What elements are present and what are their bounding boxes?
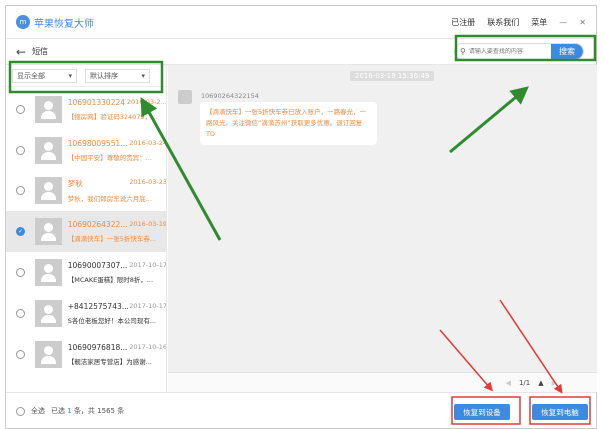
item-checkbox[interactable] (16, 104, 25, 114)
app-logo-icon: m (16, 15, 30, 29)
menu-link[interactable]: 菜单 (531, 17, 547, 28)
registered-link[interactable]: 已注册 (451, 17, 475, 28)
item-preview: 【搜房网】验证码324079，... (67, 112, 158, 121)
message-sender: 10690264322154 (201, 92, 259, 100)
item-preview: 【MCAKE蛋糕】限时8折，... (67, 276, 154, 285)
item-date: 2016-03-2… (126, 97, 167, 106)
sort-label: 默认排序 (90, 71, 118, 80)
prev-page-icon[interactable]: ◀ (506, 379, 511, 387)
message-timestamp: 2016-03-19 15:36:49 (350, 71, 435, 81)
item-sender: 106901330224 (67, 97, 126, 107)
select-all-checkbox[interactable] (16, 406, 25, 416)
select-all-label[interactable]: 全选 (31, 406, 45, 416)
item-preview: 【靓洁家居专营店】为感谢... (67, 357, 152, 366)
page-title: 短信 (32, 47, 49, 56)
conversation-item[interactable]: ✓ 10690264322... 2016-03-19 【滴滴快车】一张5折快车券… (6, 211, 167, 253)
message-bubble: 【滴滴快车】一张5折快车券已放入账户，一路春光，一路风光。关注微信“滴滴苏州”获… (200, 102, 377, 145)
message-list-panel: 显示全部 ▾ 默认排序 ▾ 106901330224 2016-03-2… 【搜房网】… (6, 65, 167, 392)
contact-link[interactable]: 联系我们 (487, 17, 519, 28)
restore-to-pc-button[interactable]: 恢复到电脑 (532, 404, 588, 420)
title-bar: m 苹果恢复大师 已注册 联系我们 菜单 — ✕ (6, 6, 596, 39)
sub-header: ← 短信 ⚲ 搜索 (6, 39, 596, 65)
item-checkbox[interactable] (16, 186, 25, 196)
conversation-item[interactable]: 梦秋 2016-03-23 梦秋，我们郎房东说六月底... (6, 171, 167, 212)
contact-avatar (34, 95, 62, 123)
item-sender: 10698009551... (67, 138, 128, 148)
contact-avatar (34, 177, 62, 205)
search-box: ⚲ 搜索 (454, 43, 584, 60)
show-filter-label: 显示全部 (17, 71, 45, 80)
restore-to-device-button[interactable]: 恢复到设备 (454, 404, 510, 420)
item-date: 2016-03-19 (129, 220, 167, 229)
search-input[interactable] (468, 48, 545, 55)
contact-avatar (34, 340, 62, 368)
item-date: 2017-10-17 (129, 261, 167, 270)
close-button[interactable]: ✕ (579, 18, 586, 27)
search-icon: ⚲ (460, 47, 466, 56)
pagination: ◀ 1/1 ▲ ▶ (168, 372, 597, 392)
app-title: 苹果恢复大师 (34, 18, 94, 30)
show-filter-select[interactable]: 显示全部 ▾ (12, 68, 77, 83)
item-preview: S各位老板您好！本公司现有... (67, 316, 157, 325)
item-sender: 10690264322... (67, 220, 128, 230)
item-checkbox[interactable] (16, 145, 25, 155)
footer-bar: 全选 已选 1 条，共 1565 条 恢复到设备 恢复到电脑 (6, 392, 596, 429)
conversation-item[interactable]: +8412575743... 2017-10-17 S各位老板您好！本公司现有..… (6, 293, 167, 334)
conversation-list: 106901330224 2016-03-2… 【搜房网】验证码324079，..… (6, 89, 167, 375)
item-sender: 10690007307... (67, 261, 128, 271)
item-date: 2017-10-17 (129, 301, 167, 310)
item-sender: +8412575743... (67, 301, 129, 311)
item-sender: 梦秋 (67, 179, 83, 189)
next-page-icon[interactable]: ▶ (552, 379, 557, 387)
conversation-panel: 2016-03-19 15:36:49 10690264322154 【滴滴快车… (168, 65, 597, 392)
minimize-button[interactable]: — (559, 18, 567, 27)
item-checkbox[interactable] (16, 268, 25, 278)
item-checkbox[interactable] (16, 308, 25, 318)
page-indicator: 1/1 (518, 378, 531, 387)
conversation-item[interactable]: 106901330224 2016-03-2… 【搜房网】验证码324079，..… (6, 89, 167, 130)
contact-avatar (34, 136, 62, 164)
search-button[interactable]: 搜索 (551, 44, 583, 59)
conversation-item[interactable]: 10690976818... 2017-10-16 【靓洁家居专营店】为感谢... (6, 334, 167, 375)
back-arrow-icon[interactable]: ← (16, 45, 26, 59)
sort-select[interactable]: 默认排序 ▾ (85, 68, 150, 83)
page-up-icon[interactable]: ▲ (538, 379, 543, 387)
item-sender: 10690976818... (67, 342, 128, 352)
chevron-down-icon: ▾ (68, 71, 72, 80)
conversation-item[interactable]: 10690007307... 2017-10-17 【MCAKE蛋糕】限时8折，.… (6, 252, 167, 293)
app-window: m 苹果恢复大师 已注册 联系我们 菜单 — ✕ ← 短信 ⚲ 搜索 显示全部 ▾… (5, 5, 597, 429)
conversation-item[interactable]: 10698009551... 2016-03-24 【中国平安】尊敬的贵宾：... (6, 130, 167, 171)
item-date: 2016-03-24 (129, 138, 167, 147)
contact-avatar (34, 299, 62, 327)
selection-count: 已选 1 条，共 1565 条 (51, 407, 125, 415)
item-date: 2017-10-16 (129, 342, 167, 351)
item-preview: 【中国平安】尊敬的贵宾：... (67, 153, 152, 162)
item-date: 2016-03-23 (129, 178, 167, 187)
item-checkbox[interactable]: ✓ (16, 227, 25, 237)
item-checkbox[interactable] (16, 349, 25, 359)
sender-avatar (178, 90, 192, 104)
contact-avatar (34, 218, 62, 246)
item-preview: 【滴滴快车】一张5折快车券... (67, 235, 157, 244)
item-preview: 梦秋，我们郎房东说六月底... (67, 195, 152, 204)
contact-avatar (34, 259, 62, 287)
chevron-down-icon: ▾ (141, 71, 145, 80)
